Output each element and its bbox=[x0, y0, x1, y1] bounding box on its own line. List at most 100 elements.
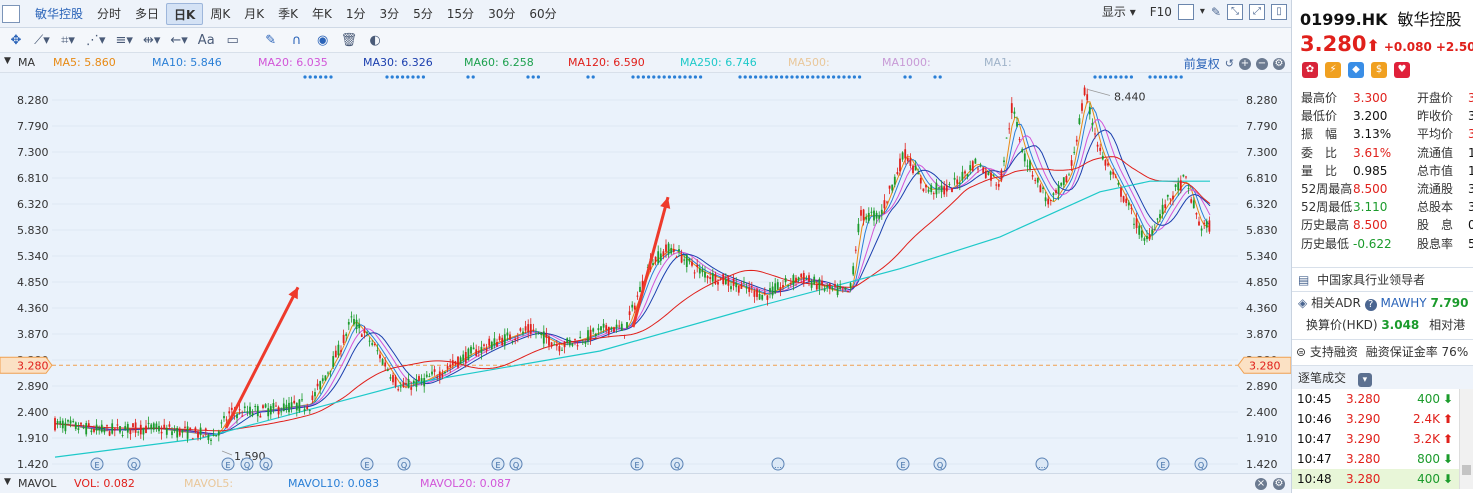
comment-icon[interactable]: ▭ bbox=[225, 33, 241, 48]
event-marker-label: Q bbox=[244, 461, 250, 470]
layout-icon[interactable] bbox=[2, 4, 20, 23]
period-tab[interactable]: 季K bbox=[271, 3, 305, 25]
checkbox-icon[interactable] bbox=[1177, 3, 1194, 20]
event-marker-label: Q bbox=[937, 461, 943, 470]
trade-price: 3.290 bbox=[1346, 412, 1381, 426]
event-dot bbox=[847, 75, 851, 79]
wave-tool-icon[interactable]: ⋰▾ bbox=[86, 33, 106, 48]
price-line: 3.280⬆+0.080+2.50% bbox=[1300, 32, 1473, 56]
zoom-out-icon[interactable]: − bbox=[1256, 57, 1268, 70]
candle-body bbox=[1073, 151, 1076, 153]
reset-icon[interactable]: ↺ bbox=[1225, 57, 1234, 70]
period-tab[interactable]: 60分 bbox=[522, 3, 563, 25]
period-tab[interactable]: 3分 bbox=[373, 3, 407, 25]
eye-icon[interactable]: ◉ bbox=[315, 33, 331, 48]
zoom-in-icon[interactable]: + bbox=[1239, 57, 1251, 70]
adjust-mode-button[interactable]: 前复权 bbox=[1184, 55, 1220, 72]
stock-header: 01999.HK 敏华控股 bbox=[1300, 6, 1473, 30]
event-dot bbox=[1124, 75, 1128, 79]
event-dot bbox=[1169, 75, 1173, 79]
period-tab[interactable]: 15分 bbox=[440, 3, 481, 25]
trade-price: 3.280 bbox=[1346, 452, 1381, 466]
stock-name-tab[interactable]: 敏华控股 bbox=[28, 3, 90, 25]
period-tab[interactable]: 30分 bbox=[481, 3, 522, 25]
candle-body bbox=[264, 404, 267, 408]
candle-body bbox=[311, 395, 314, 401]
adr-row[interactable]: ◈ 相关ADR ? MAWHY 7.790 bbox=[1292, 292, 1473, 314]
hk-flag-icon[interactable]: ✿ bbox=[1302, 62, 1318, 78]
candle-body bbox=[355, 319, 358, 330]
event-dot bbox=[1103, 75, 1107, 79]
help-icon[interactable]: ? bbox=[1364, 299, 1377, 311]
volume-indicator-bar: ▼ MAVOL VOL: 0.082 MAVOL5: MAVOL10: 0.083 M… bbox=[0, 473, 1291, 493]
candle-body bbox=[103, 429, 106, 433]
candle-body bbox=[134, 422, 137, 433]
shrink-icon[interactable]: ⤡ bbox=[1227, 3, 1243, 20]
candle-body bbox=[969, 165, 972, 171]
lightning-icon[interactable]: ⚡ bbox=[1325, 62, 1341, 78]
period-tab[interactable]: 1分 bbox=[339, 3, 373, 25]
candle-body bbox=[1052, 193, 1055, 196]
scrollbar-thumb[interactable] bbox=[1462, 465, 1471, 475]
toggle-icon[interactable]: ◐ bbox=[367, 33, 383, 48]
candle-body bbox=[795, 277, 797, 282]
display-button[interactable]: 显示 ▾ bbox=[1102, 3, 1136, 20]
dollar-icon[interactable]: $ bbox=[1371, 62, 1387, 78]
period-tab[interactable]: 多日 bbox=[128, 3, 166, 25]
candle-body bbox=[977, 168, 979, 170]
text-tool-icon[interactable]: Aa bbox=[198, 33, 215, 48]
stat-value: 38. bbox=[1468, 198, 1473, 216]
panel-toggle-icon[interactable]: ▯ bbox=[1271, 3, 1287, 20]
ma-indicator-bar: ▼ MA MA5: 5.860 MA10: 5.846 MA20: 6.035 MA3… bbox=[0, 53, 1291, 73]
industry-row[interactable]: ▤ 中国家具行业领导者 bbox=[1292, 267, 1473, 291]
collapse-icon[interactable]: ▼ bbox=[4, 56, 11, 66]
fib-tool-icon[interactable]: ≡▾ bbox=[116, 33, 133, 48]
y-tick-label-right: 5.830 bbox=[1246, 224, 1278, 237]
event-marker-label: … bbox=[774, 461, 782, 470]
settings-icon[interactable]: ⚙ bbox=[1273, 57, 1285, 70]
period-tab[interactable]: 分时 bbox=[90, 3, 128, 25]
candle-body bbox=[407, 379, 410, 389]
f10-button[interactable]: F10 bbox=[1150, 5, 1172, 19]
brush-icon[interactable]: ✎ bbox=[1211, 5, 1221, 19]
chevron-down-icon[interactable]: ▾ bbox=[1200, 6, 1205, 17]
arrow-tool-icon[interactable]: ←▾ bbox=[170, 33, 187, 48]
candle-body bbox=[173, 430, 176, 432]
period-tab[interactable]: 周K bbox=[203, 3, 237, 25]
event-marker-label: E bbox=[495, 461, 500, 470]
magnet-icon[interactable]: ∩ bbox=[289, 33, 305, 48]
y-tick-label-left: 1.420 bbox=[17, 458, 49, 471]
kline-chart[interactable]: 8.280 8.280 7.790 7.790 7.300 7.300 6.810 6.810… bbox=[0, 73, 1291, 473]
trades-scrollbar[interactable] bbox=[1459, 389, 1473, 489]
tag-icon[interactable]: ◆ bbox=[1348, 62, 1364, 78]
close-icon[interactable]: × bbox=[1255, 478, 1267, 490]
expand-icon[interactable]: ⤢ bbox=[1249, 3, 1265, 20]
event-dot bbox=[1129, 75, 1133, 79]
ma-value: MA120: 6.590 bbox=[568, 56, 645, 69]
crosshair-icon[interactable]: ✥ bbox=[8, 33, 24, 48]
trades-header[interactable]: 逐笔成交 ▾ bbox=[1292, 365, 1473, 389]
event-marker-label: E bbox=[225, 461, 230, 470]
range-tool-icon[interactable]: ⇹▾ bbox=[143, 33, 160, 48]
candle-body bbox=[69, 420, 72, 424]
line-tool-icon[interactable]: ⟋▾ bbox=[34, 33, 50, 48]
heart-icon[interactable]: ♥ bbox=[1394, 62, 1410, 78]
chevron-down-icon[interactable]: ▾ bbox=[1357, 373, 1372, 387]
collapse-icon[interactable]: ▼ bbox=[4, 477, 11, 487]
event-dot bbox=[1179, 75, 1183, 79]
candle-body bbox=[389, 377, 392, 379]
period-tab[interactable]: 年K bbox=[305, 3, 339, 25]
candle-body bbox=[745, 287, 748, 289]
settings-icon[interactable]: ⚙ bbox=[1273, 478, 1285, 490]
y-tick-label-right: 6.320 bbox=[1246, 198, 1278, 211]
candle-body bbox=[683, 259, 686, 261]
period-tab[interactable]: 5分 bbox=[406, 3, 440, 25]
channel-tool-icon[interactable]: ⌗▾ bbox=[60, 33, 76, 48]
candle-body bbox=[230, 407, 233, 410]
layers-icon: ◈ bbox=[1298, 296, 1308, 310]
pen-icon[interactable]: ✎ bbox=[263, 33, 279, 48]
period-tab[interactable]: 月K bbox=[237, 3, 271, 25]
trash-icon[interactable]: 🗑 bbox=[341, 33, 358, 48]
event-dot bbox=[842, 75, 846, 79]
period-tab[interactable]: 日K bbox=[166, 2, 204, 25]
